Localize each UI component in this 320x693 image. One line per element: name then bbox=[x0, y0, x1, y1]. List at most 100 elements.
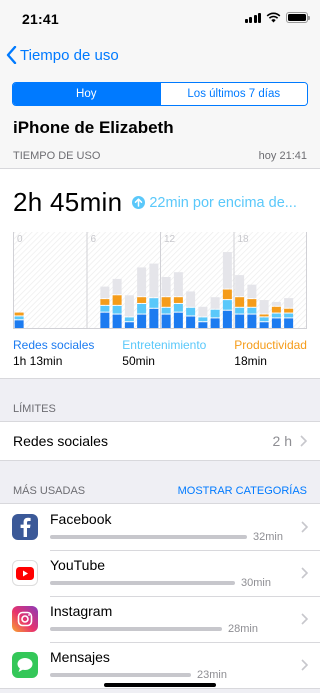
chart-bar-segment bbox=[222, 310, 232, 328]
chevron-right-icon bbox=[301, 521, 308, 533]
chart-bar-segment bbox=[14, 316, 24, 320]
app-usage-bar bbox=[50, 535, 247, 539]
arrow-up-icon bbox=[132, 196, 146, 209]
usage-card[interactable]: 2h 45min 22min por encima de... 0 6 12 18 R… bbox=[0, 168, 320, 379]
chart-bar-segment bbox=[173, 297, 183, 303]
chart-bar-segment bbox=[149, 263, 159, 298]
chart-bar-segment bbox=[100, 299, 110, 305]
tab-last-7-days[interactable]: Los últimos 7 días bbox=[159, 83, 307, 105]
chart-bar-segment bbox=[259, 317, 269, 322]
usage-chart: 0 6 12 18 bbox=[13, 228, 307, 332]
legend-social: Redes sociales 1h 13min bbox=[13, 338, 94, 368]
chart-bar-segment bbox=[161, 307, 171, 314]
show-categories-link[interactable]: MOSTRAR CATEGORÍAS bbox=[178, 485, 307, 497]
limit-row-social[interactable]: Redes sociales 2 h bbox=[0, 422, 320, 460]
chart-bar-segment bbox=[112, 314, 122, 328]
app-time: 23min bbox=[197, 669, 227, 681]
back-button[interactable]: Tiempo de uso bbox=[6, 46, 119, 64]
app-name: Instagram bbox=[50, 603, 113, 619]
chart-bar-segment bbox=[100, 312, 110, 328]
chart-bar-segment bbox=[137, 314, 147, 328]
legend-entertainment-value: 50min bbox=[122, 354, 155, 368]
chart-bar-segment bbox=[173, 272, 183, 297]
chart-bar-segment bbox=[271, 313, 281, 318]
chart-bar-segment bbox=[210, 297, 220, 309]
legend-productivity: Productividad 18min bbox=[234, 338, 307, 368]
usage-section-title: TIEMPO DE USO bbox=[13, 150, 101, 162]
usage-section-header: TIEMPO DE USO hoy 21:41 bbox=[0, 146, 320, 168]
home-indicator bbox=[104, 683, 216, 687]
battery-icon bbox=[286, 12, 310, 23]
chart-bar-segment bbox=[271, 318, 281, 328]
chevron-left-icon bbox=[6, 46, 17, 64]
app-row-facebook[interactable]: Facebook 32min bbox=[0, 504, 320, 550]
limits-section-header: LÍMITES bbox=[0, 403, 320, 421]
limit-label: Redes sociales bbox=[13, 433, 108, 449]
chart-bar-segment bbox=[161, 314, 171, 328]
chart-bar-segment bbox=[198, 317, 208, 322]
legend-entertainment-label: Entretenimiento bbox=[122, 338, 207, 352]
app-row-instagram[interactable]: Instagram 28min bbox=[0, 596, 320, 642]
app-name: YouTube bbox=[50, 557, 106, 573]
chart-bar-segment bbox=[149, 298, 159, 308]
chart-bar-segment bbox=[112, 295, 122, 305]
tab-today[interactable]: Hoy bbox=[13, 83, 160, 105]
chevron-right-icon bbox=[301, 613, 308, 625]
chart-bar-segment bbox=[124, 322, 134, 328]
chart-bar-segment bbox=[222, 252, 232, 289]
status-icons bbox=[244, 12, 310, 23]
chart-bar-segment bbox=[284, 318, 294, 328]
most-used-list: Facebook 32min YouTube 30min Instagram 2… bbox=[0, 503, 320, 689]
facebook-icon bbox=[12, 514, 38, 540]
chart-bar-segment bbox=[112, 278, 122, 295]
chart-bar-segment bbox=[259, 314, 269, 317]
app-usage-bar bbox=[50, 673, 191, 677]
wifi-icon bbox=[266, 12, 281, 23]
chart-bar-segment bbox=[198, 306, 208, 317]
chart-bar-segment bbox=[284, 298, 294, 308]
chart-bar-segment bbox=[222, 289, 232, 300]
back-label: Tiempo de uso bbox=[20, 46, 119, 64]
chart-bar-segment bbox=[247, 299, 257, 307]
chart-bar-segment bbox=[235, 275, 245, 297]
chart-bar-segment bbox=[161, 277, 171, 297]
most-used-section-header: MÁS USADAS MOSTRAR CATEGORÍAS bbox=[0, 485, 320, 503]
chart-bar-segment bbox=[161, 297, 171, 307]
chart-bar-segment bbox=[137, 267, 147, 297]
chart-bar-segment bbox=[284, 308, 294, 313]
chart-bar-segment bbox=[259, 322, 269, 328]
chart-bar-segment bbox=[235, 297, 245, 307]
chart-bar-segment bbox=[124, 295, 134, 317]
app-row-youtube[interactable]: YouTube 30min bbox=[0, 550, 320, 596]
chart-bar-segment bbox=[235, 314, 245, 328]
chart-bar-segment bbox=[271, 301, 281, 306]
chart-bar-segment bbox=[137, 297, 147, 303]
chart-bar-segment bbox=[210, 318, 220, 328]
chevron-right-icon bbox=[301, 659, 308, 671]
app-name: Facebook bbox=[50, 511, 112, 527]
chart-bar-segment bbox=[259, 300, 269, 314]
chart-bar-segment bbox=[14, 320, 24, 328]
navigation-bar: Tiempo de uso bbox=[0, 38, 320, 74]
chart-bar-segment bbox=[222, 300, 232, 310]
limit-value: 2 h bbox=[272, 433, 292, 449]
chart-tick-label: 0 bbox=[17, 234, 23, 245]
app-row-messages[interactable]: Mensajes 23min bbox=[0, 642, 320, 688]
chart-tick-label: 18 bbox=[238, 234, 250, 245]
period-segmented-control: Hoy Los últimos 7 días bbox=[12, 82, 308, 106]
app-name: Mensajes bbox=[50, 649, 110, 665]
chevron-right-icon bbox=[300, 435, 307, 447]
legend-social-value: 1h 13min bbox=[13, 354, 63, 368]
chart-bar-segment bbox=[100, 305, 110, 312]
chart-bar-segment bbox=[247, 314, 257, 328]
most-used-title: MÁS USADAS bbox=[13, 485, 86, 497]
app-time: 30min bbox=[241, 577, 271, 589]
app-usage-bar bbox=[50, 627, 222, 631]
chart-bar-segment bbox=[137, 303, 147, 314]
legend-entertainment: Entretenimiento 50min bbox=[122, 338, 206, 368]
total-usage: 2h 45min bbox=[13, 187, 123, 217]
legend-social-label: Redes sociales bbox=[13, 338, 95, 352]
signal-icon bbox=[244, 12, 261, 23]
chart-bar-segment bbox=[186, 307, 196, 316]
youtube-icon bbox=[12, 560, 38, 586]
